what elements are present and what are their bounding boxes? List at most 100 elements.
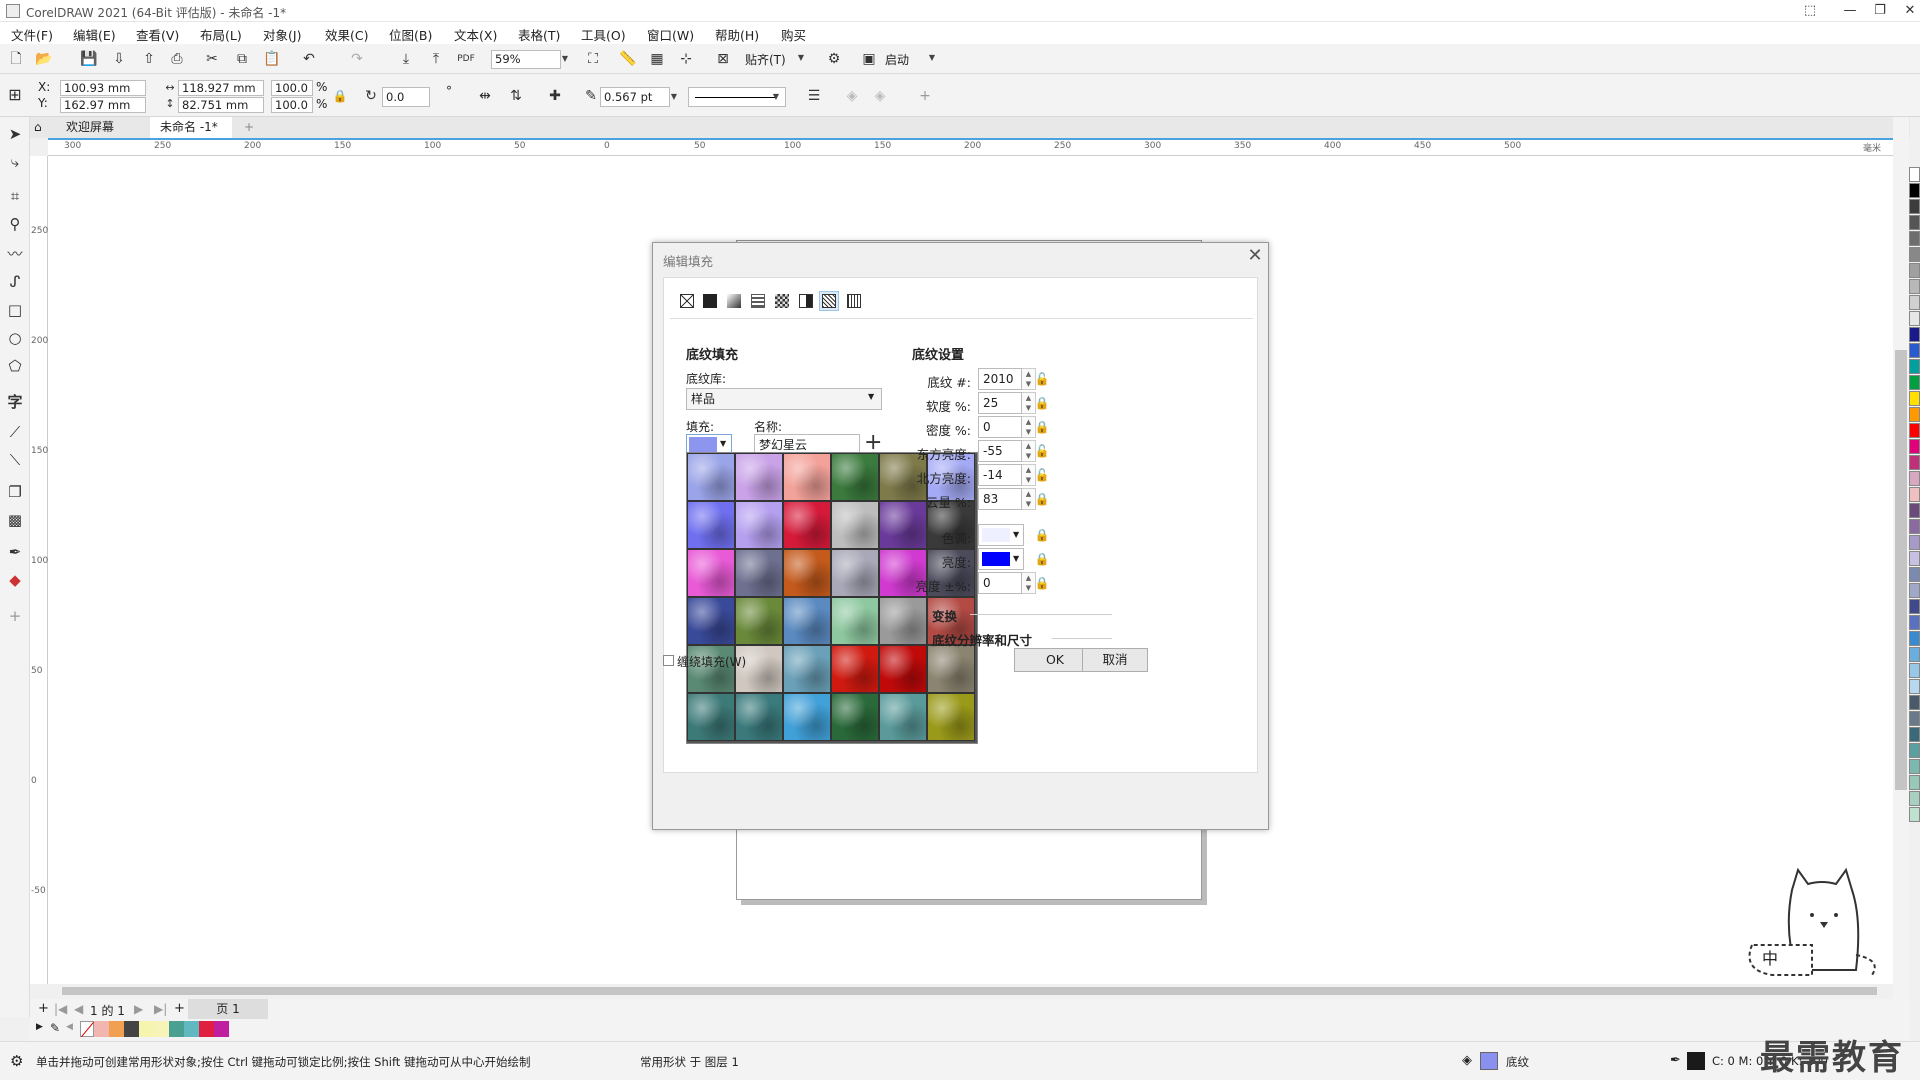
freehand-tool-icon[interactable]: 〰 [6,245,24,263]
mirror-horizontal-icon[interactable]: ⇹ [476,87,494,105]
texture-swatch[interactable] [783,549,831,597]
postscript-fill-icon[interactable] [845,292,863,310]
texture-swatch[interactable] [735,549,783,597]
page-tab[interactable]: 页 1 [188,999,268,1019]
menu-effects[interactable]: 效果(C) [325,25,368,44]
doc-palette-swatch[interactable] [124,1021,139,1037]
menu-table[interactable]: 表格(T) [518,25,560,44]
texture-swatch[interactable] [783,693,831,741]
texture-swatch[interactable] [831,453,879,501]
save-icon[interactable]: 💾 [80,50,98,68]
cloud-field[interactable]: 83 [978,488,1022,510]
x-position-field[interactable]: 100.93 mm [60,80,146,96]
snap-off-icon[interactable]: ⊠ [714,50,732,68]
drop-shadow-icon[interactable]: ❐ [6,483,24,501]
interactive-fill-icon[interactable]: ◆ [6,571,24,589]
texture-swatch[interactable] [687,597,735,645]
home-icon[interactable]: ⌂ [30,117,52,138]
palette-swatch[interactable] [1909,599,1920,614]
lock-icon[interactable]: 🔒 [1034,491,1050,507]
palette-swatch[interactable] [1909,455,1920,470]
add-page-before-icon[interactable]: + [38,1001,49,1016]
doc-palette-swatch[interactable] [214,1021,229,1037]
y-position-field[interactable]: 162.97 mm [60,97,146,113]
palette-swatch[interactable] [1909,759,1920,774]
palette-swatch[interactable] [1909,503,1920,518]
zoom-tool-icon[interactable]: ⚲ [6,215,24,233]
horizontal-scrollbar[interactable] [48,984,1893,998]
status-settings-gear-icon[interactable]: ⚙ [10,1052,23,1070]
palette-swatch[interactable] [1909,807,1920,822]
doc-palette-swatch[interactable] [169,1021,184,1037]
menu-file[interactable]: 文件(F) [11,25,53,44]
palette-swatch[interactable] [1909,519,1920,534]
eyedropper-tool-icon[interactable]: ✒ [6,543,24,561]
wrap-fill-label[interactable]: 缠绕填充(W) [677,653,746,670]
resolution-section[interactable]: 底纹分辨率和尺寸 [932,630,1032,649]
menu-edit[interactable]: 编辑(E) [73,25,116,44]
texture-swatch[interactable] [879,645,927,693]
zoom-dropdown-icon[interactable]: ▼ [559,50,571,68]
north-brightness-field[interactable]: -14 [978,464,1022,486]
redo-icon[interactable]: ↷ [348,50,366,68]
vertical-scrollbar[interactable] [1893,117,1909,999]
text-tool-icon[interactable]: 字 [6,393,24,411]
add-page-after-icon[interactable]: + [174,1001,185,1016]
doc-palette-swatch[interactable] [184,1021,199,1037]
menu-help[interactable]: 帮助(H) [715,25,759,44]
transparency-tool-icon[interactable]: ▩ [6,511,24,529]
doc-palette-swatch[interactable] [199,1021,214,1037]
fill-texture-swatch[interactable] [1480,1052,1498,1070]
texture-swatch[interactable] [687,501,735,549]
doc-palette-swatch[interactable] [94,1021,109,1037]
texture-swatch[interactable] [735,693,783,741]
copy-icon[interactable]: ⧉ [233,50,251,68]
palette-swatch[interactable] [1909,791,1920,806]
palette-swatch[interactable] [1909,231,1920,246]
texture-swatch[interactable] [927,645,975,693]
doc-palette-swatch[interactable] [109,1021,124,1037]
text-wrap-icon[interactable]: ☰ [805,87,823,105]
options-gear-icon[interactable]: ⚙ [825,50,843,68]
paste-icon[interactable]: 📋 [263,50,281,68]
last-page-icon[interactable]: ▶| [154,1002,167,1016]
menu-window[interactable]: 窗口(W) [647,25,694,44]
first-page-icon[interactable]: |◀ [54,1002,67,1016]
to-back-icon[interactable]: ◈ [871,87,889,105]
texture-swatch[interactable] [927,693,975,741]
doc-palette-expand-icon[interactable]: ▶ [36,1022,43,1032]
palette-swatch[interactable] [1909,631,1920,646]
palette-swatch[interactable] [1909,311,1920,326]
menu-tools[interactable]: 工具(O) [581,25,626,44]
menu-buy[interactable]: 购买 [781,25,806,44]
vertical-scroll-thumb[interactable] [1895,350,1907,790]
doc-palette-eyedropper-icon[interactable]: ✎ [50,1021,60,1035]
doc-palette-swatch[interactable] [139,1021,154,1037]
palette-swatch[interactable] [1909,439,1920,454]
full-screen-icon[interactable]: ⛶ [584,50,602,68]
unlock-icon[interactable]: 🔓 [1034,371,1050,387]
unlock-icon[interactable]: 🔓 [1034,467,1050,483]
palette-swatch[interactable] [1909,375,1920,390]
density-field[interactable]: 0 [978,416,1022,438]
shape-tool-icon[interactable]: ⤷ [6,153,24,171]
texture-swatch[interactable] [879,597,927,645]
texture-swatch[interactable] [831,549,879,597]
palette-swatch[interactable] [1909,343,1920,358]
launch-label[interactable]: 启动 [885,51,909,68]
palette-swatch[interactable] [1909,471,1920,486]
palette-swatch[interactable] [1909,695,1920,710]
palette-swatch[interactable] [1909,327,1920,342]
snap-dropdown-icon[interactable]: ▼ [795,49,807,67]
no-fill-icon[interactable] [678,292,696,310]
vector-pattern-fill-icon[interactable] [749,292,767,310]
lock-icon[interactable]: 🔒 [1034,419,1050,435]
wrap-fill-checkbox[interactable] [663,655,674,666]
texture-swatch[interactable] [831,645,879,693]
palette-swatch[interactable] [1909,711,1920,726]
tab-welcome[interactable]: 欢迎屏幕 [56,117,125,138]
close-button[interactable]: ✕ [1890,0,1920,22]
guidelines-icon[interactable]: ⊹ [677,50,695,68]
menu-layout[interactable]: 布局(L) [200,25,242,44]
palette-swatch[interactable] [1909,199,1920,214]
